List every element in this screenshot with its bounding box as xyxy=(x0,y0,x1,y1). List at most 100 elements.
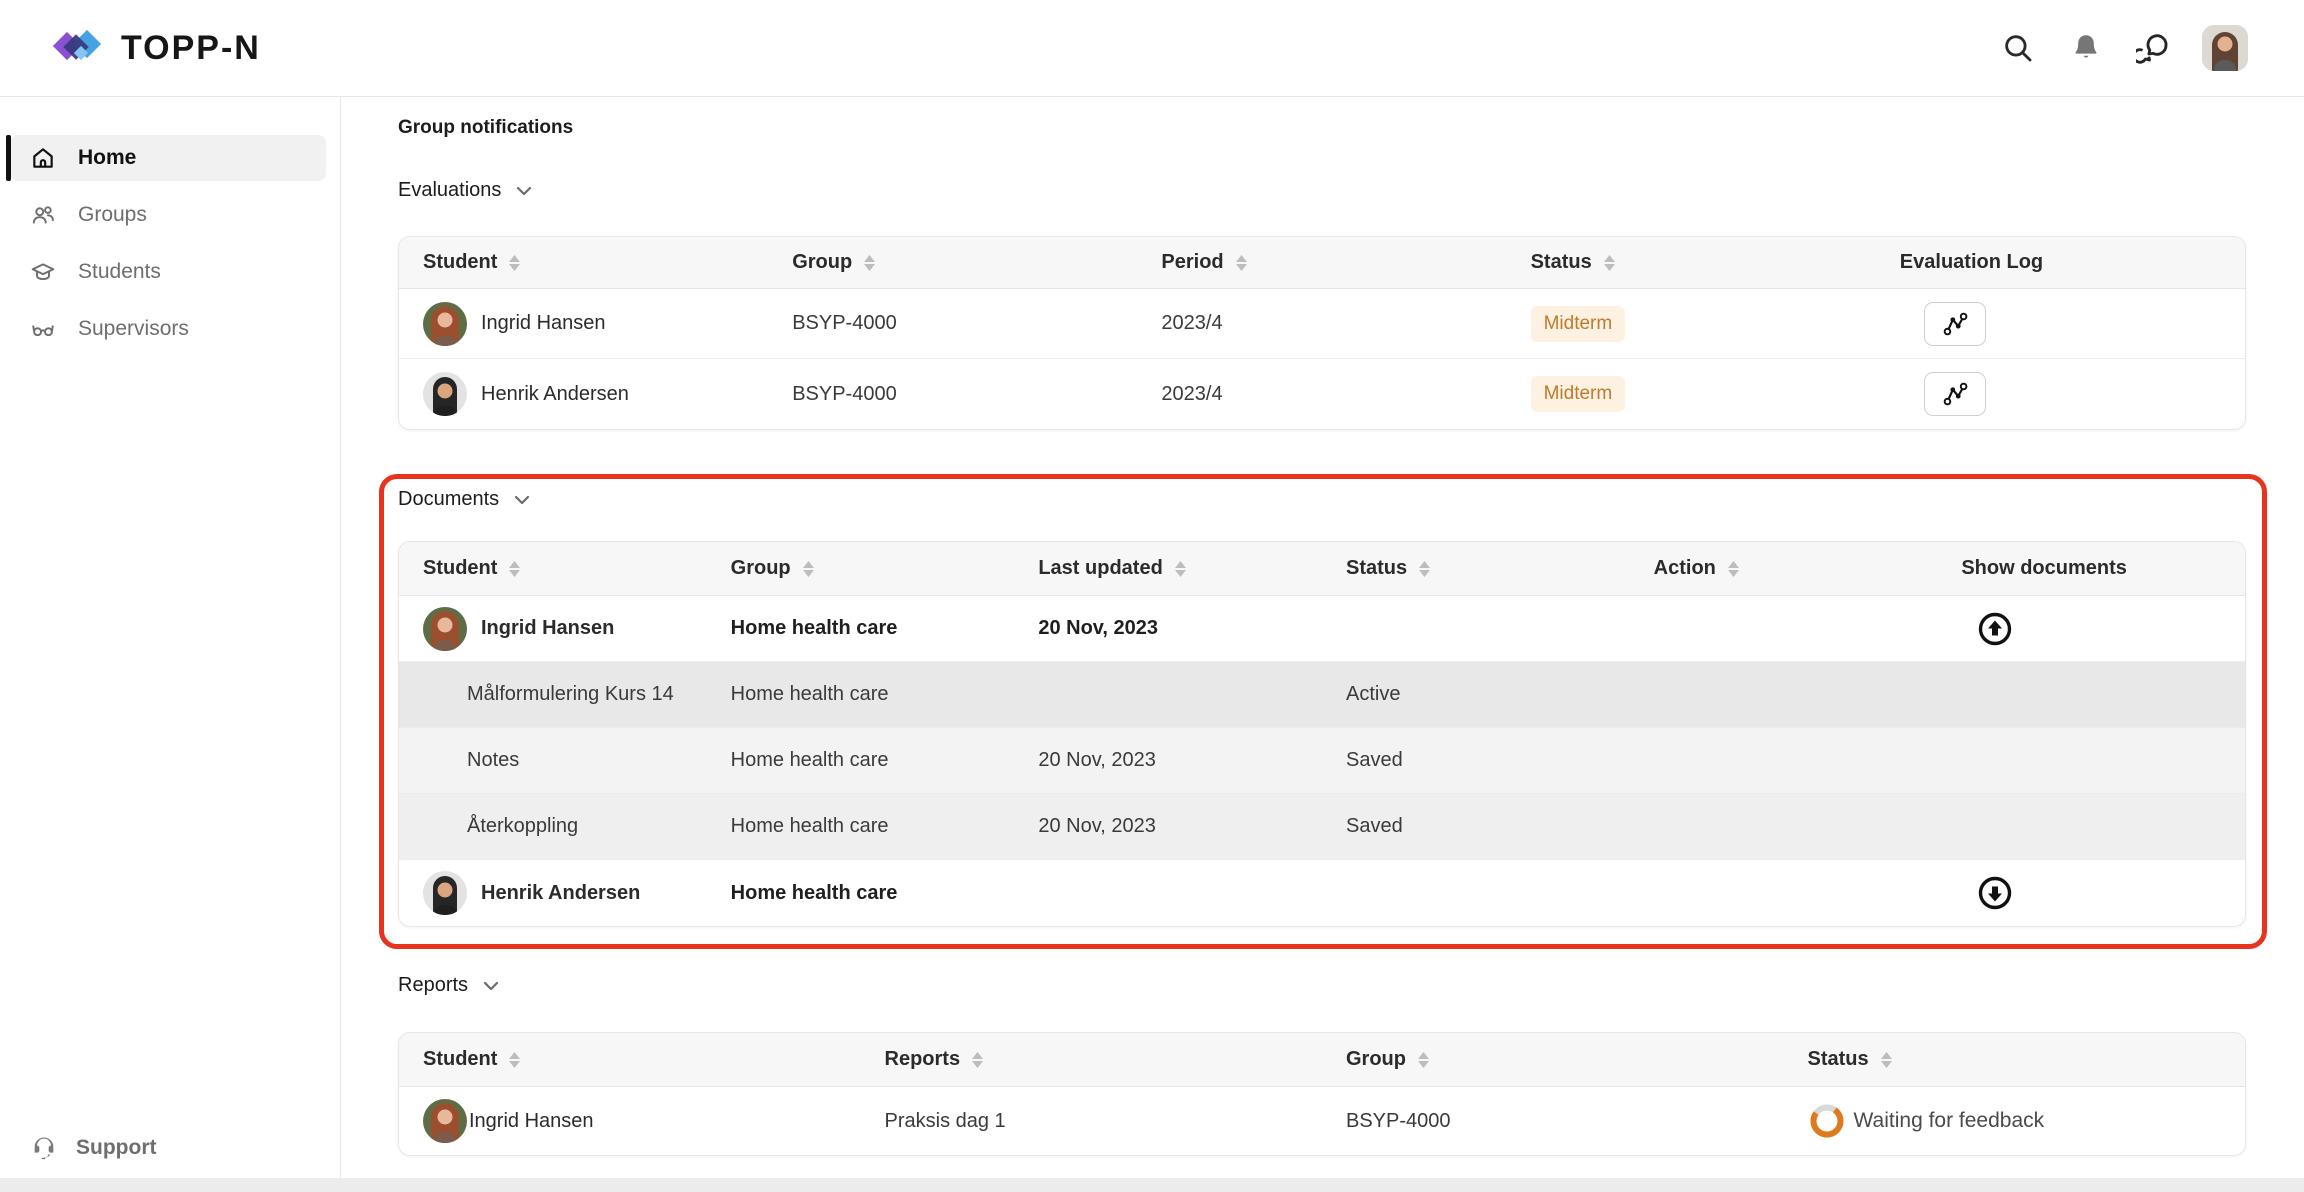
sort-icon xyxy=(507,559,522,579)
sort-icon xyxy=(862,253,877,273)
documents-title: Documents xyxy=(398,488,499,511)
groups-icon xyxy=(30,202,56,228)
evaluation-log-button[interactable] xyxy=(1924,372,1986,416)
brand-logo[interactable]: TOPP-N xyxy=(51,26,261,70)
sort-icon xyxy=(507,253,522,273)
last-updated-cell: 20 Nov, 2023 xyxy=(1014,617,1322,640)
evaluation-log-icon xyxy=(1941,381,1969,407)
search-icon[interactable] xyxy=(1998,28,2038,68)
status-badge: Midterm xyxy=(1531,306,1626,342)
group-cell: Home health care xyxy=(707,617,1015,640)
documents-table-header: Student Group Last updated Status Action… xyxy=(399,542,2245,596)
column-header-status[interactable]: Status xyxy=(1784,1048,2246,1071)
avatar xyxy=(423,607,467,651)
documents-section-toggle[interactable]: Documents xyxy=(398,488,2246,511)
page-title: Group notifications xyxy=(398,117,2246,139)
status-cell: Saved xyxy=(1322,815,1630,838)
bell-icon[interactable] xyxy=(2066,28,2106,68)
table-row-student-expanded[interactable]: Ingrid Hansen Home health care 20 Nov, 2… xyxy=(399,596,2245,662)
sidebar-support[interactable]: Support xyxy=(30,1134,156,1162)
group-cell: Home health care xyxy=(707,683,1015,706)
avatar xyxy=(423,1099,467,1143)
avatar xyxy=(423,372,467,416)
documents-highlight-box: Documents Student Group Last updated Sta… xyxy=(379,474,2267,949)
table-row-student-collapsed[interactable]: Henrik Andersen Home health care xyxy=(399,860,2245,926)
collapse-documents-icon[interactable] xyxy=(1975,609,2015,649)
status-cell: Active xyxy=(1322,683,1630,706)
reports-table-header: Student Reports Group Status xyxy=(399,1033,2245,1087)
student-name: Henrik Andersen xyxy=(481,383,629,406)
expand-documents-icon[interactable] xyxy=(1975,873,2015,913)
column-header-show-documents: Show documents xyxy=(1937,557,2245,580)
column-header-student[interactable]: Student xyxy=(399,251,768,274)
table-row-document: Målformulering Kurs 14 Home health care … xyxy=(399,662,2245,728)
progress-spinner-icon xyxy=(1808,1102,1846,1140)
evaluation-log-icon xyxy=(1941,311,1969,337)
sort-icon xyxy=(801,559,816,579)
chevron-down-icon xyxy=(480,975,502,997)
period-cell: 2023/4 xyxy=(1137,383,1506,406)
column-header-group[interactable]: Group xyxy=(707,557,1015,580)
group-cell: Home health care xyxy=(707,815,1015,838)
glasses-icon xyxy=(30,316,56,342)
sort-icon xyxy=(1602,253,1617,273)
user-avatar[interactable] xyxy=(2202,25,2248,71)
reports-title: Reports xyxy=(398,974,468,997)
status-cell: Saved xyxy=(1322,749,1630,772)
status-text: Waiting for feedback xyxy=(1854,1109,2045,1133)
sidebar-item-students[interactable]: Students xyxy=(10,249,326,295)
column-header-group[interactable]: Group xyxy=(1322,1048,1784,1071)
sidebar-item-label: Supervisors xyxy=(78,317,189,341)
sort-icon xyxy=(1417,559,1432,579)
brand-logo-icon xyxy=(51,26,101,70)
reports-table: Student Reports Group Status xyxy=(398,1032,2246,1156)
column-header-student[interactable]: Student xyxy=(399,557,707,580)
sidebar-item-home[interactable]: Home xyxy=(10,135,326,181)
avatar xyxy=(423,871,467,915)
document-name: Målformulering Kurs 14 xyxy=(399,683,707,706)
table-row: Ingrid Hansen BSYP-4000 2023/4 Midterm xyxy=(399,289,2245,359)
sidebar-item-label: Groups xyxy=(78,203,147,227)
last-updated-cell: 20 Nov, 2023 xyxy=(1014,749,1322,772)
table-row: Henrik Andersen BSYP-4000 2023/4 Midterm xyxy=(399,359,2245,429)
column-header-action[interactable]: Action xyxy=(1630,557,1938,580)
student-name: Ingrid Hansen xyxy=(481,617,614,640)
sidebar-item-groups[interactable]: Groups xyxy=(10,192,326,238)
sort-icon xyxy=(1234,253,1249,273)
document-name: Återkoppling xyxy=(399,815,707,838)
column-header-evaluation-log: Evaluation Log xyxy=(1876,251,2245,274)
column-header-group[interactable]: Group xyxy=(768,251,1137,274)
chat-icon[interactable] xyxy=(2134,28,2174,68)
column-header-period[interactable]: Period xyxy=(1137,251,1506,274)
sidebar-item-supervisors[interactable]: Supervisors xyxy=(10,306,326,352)
column-header-student[interactable]: Student xyxy=(399,1048,861,1071)
last-updated-cell: 20 Nov, 2023 xyxy=(1014,815,1322,838)
support-label: Support xyxy=(76,1136,156,1160)
column-header-last-updated[interactable]: Last updated xyxy=(1014,557,1322,580)
student-name: Ingrid Hansen xyxy=(481,312,606,335)
evaluations-section-toggle[interactable]: Evaluations xyxy=(398,179,2246,202)
evaluation-log-button[interactable] xyxy=(1924,302,1986,346)
headset-icon xyxy=(30,1134,58,1162)
document-name: Notes xyxy=(399,749,707,772)
page-bottom-strip xyxy=(0,1178,2304,1192)
group-cell: Home health care xyxy=(707,882,1015,905)
student-name: Henrik Andersen xyxy=(481,882,640,905)
sort-icon xyxy=(1416,1050,1431,1070)
sidebar-item-label: Students xyxy=(78,260,161,284)
sidebar-item-label: Home xyxy=(78,146,136,170)
top-header: TOPP-N xyxy=(0,0,2304,97)
evaluations-title: Evaluations xyxy=(398,179,501,202)
home-icon xyxy=(30,145,56,171)
column-header-status[interactable]: Status xyxy=(1507,251,1876,274)
column-header-reports[interactable]: Reports xyxy=(861,1048,1323,1071)
sort-icon xyxy=(1173,559,1188,579)
table-row: Ingrid Hansen Praksis dag 1 BSYP-4000 Wa… xyxy=(399,1087,2245,1155)
column-header-status[interactable]: Status xyxy=(1322,557,1630,580)
sort-icon xyxy=(1726,559,1741,579)
student-name: Ingrid Hansen xyxy=(469,1110,594,1133)
reports-section-toggle[interactable]: Reports xyxy=(398,974,2246,997)
graduation-cap-icon xyxy=(30,259,56,285)
table-row-document: Notes Home health care 20 Nov, 2023 Save… xyxy=(399,728,2245,794)
header-actions xyxy=(1998,25,2248,71)
